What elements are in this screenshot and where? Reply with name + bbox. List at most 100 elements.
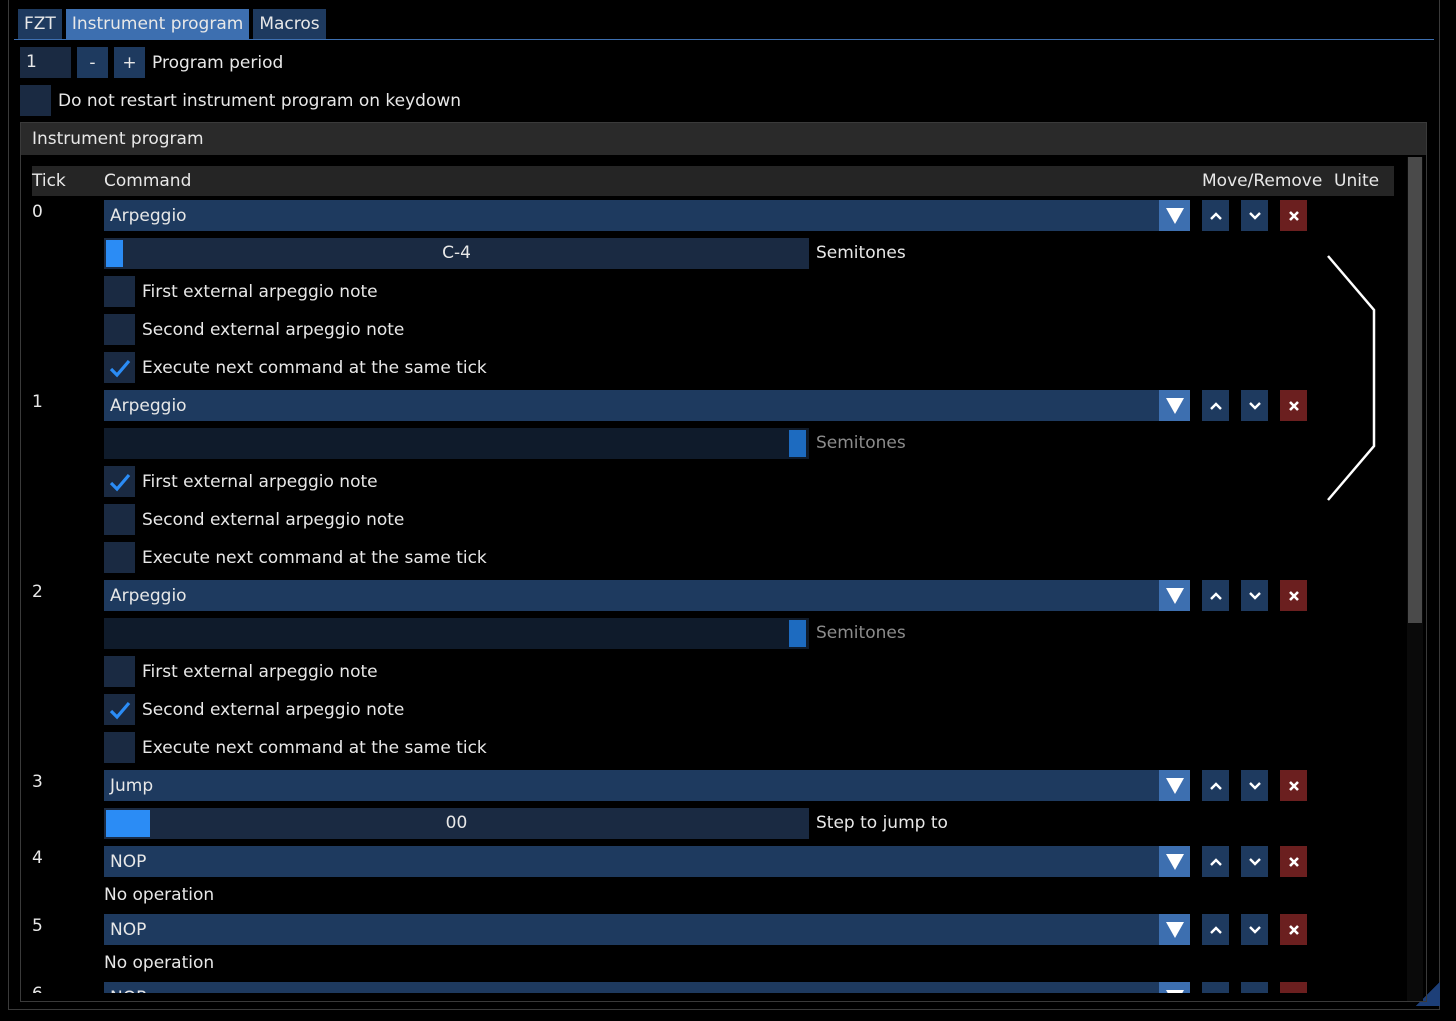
chevron-up-icon: [1209, 781, 1222, 790]
command-description: No operation: [104, 953, 215, 973]
tab-fzt[interactable]: FZT: [18, 9, 62, 39]
move-down-button[interactable]: [1241, 982, 1268, 993]
tick-number: 6: [32, 984, 43, 993]
slider-value: 00: [445, 813, 468, 833]
period-decrement-button[interactable]: -: [77, 47, 108, 78]
option-row: First external arpeggio note: [104, 466, 378, 497]
option-checkbox[interactable]: [104, 656, 135, 687]
option-checkbox[interactable]: [104, 694, 135, 725]
option-checkbox[interactable]: [104, 542, 135, 573]
unite-bracket-icon[interactable]: [1326, 254, 1386, 504]
triangle-down-icon: [1165, 587, 1184, 604]
command-select[interactable]: NOP: [104, 982, 1190, 993]
slider-value: [104, 428, 809, 459]
dropdown-arrow[interactable]: [1159, 200, 1190, 231]
no-restart-label: Do not restart instrument program on key…: [58, 90, 462, 111]
option-checkbox[interactable]: [104, 504, 135, 535]
dropdown-arrow[interactable]: [1159, 580, 1190, 611]
option-checkbox[interactable]: [104, 466, 135, 497]
command-select[interactable]: NOP: [104, 914, 1190, 945]
triangle-down-icon: [1165, 989, 1184, 993]
chevron-up-icon: [1209, 211, 1222, 220]
close-icon: [1288, 210, 1299, 221]
command-value: Jump: [110, 775, 154, 796]
move-up-button[interactable]: [1202, 846, 1229, 877]
move-up-button[interactable]: [1202, 200, 1229, 231]
triangle-down-icon: [1165, 397, 1184, 414]
option-label: Second external arpeggio note: [142, 319, 405, 340]
tick-number: 4: [32, 848, 43, 868]
dropdown-arrow[interactable]: [1159, 770, 1190, 801]
tick-number: 1: [32, 392, 43, 412]
dropdown-arrow[interactable]: [1159, 914, 1190, 945]
remove-button[interactable]: [1280, 390, 1307, 421]
command-select[interactable]: Arpeggio: [104, 390, 1190, 421]
program-period-label: Program period: [152, 52, 284, 73]
option-row: Execute next command at the same tick: [104, 352, 487, 383]
option-checkbox[interactable]: [104, 352, 135, 383]
slider-label: Step to jump to: [816, 813, 948, 833]
no-restart-checkbox[interactable]: [20, 85, 51, 116]
option-checkbox[interactable]: [104, 276, 135, 307]
move-up-button[interactable]: [1202, 770, 1229, 801]
value-slider[interactable]: [104, 428, 809, 459]
tick-number: 3: [32, 772, 43, 792]
slider-label: Semitones: [816, 433, 906, 453]
chevron-down-icon: [1248, 401, 1261, 410]
remove-button[interactable]: [1280, 914, 1307, 945]
checkmark-icon: [109, 701, 130, 719]
tab-instrument-program[interactable]: Instrument program: [65, 9, 250, 39]
option-row: First external arpeggio note: [104, 276, 378, 307]
move-down-button[interactable]: [1241, 200, 1268, 231]
command-select[interactable]: NOP: [104, 846, 1190, 877]
value-slider[interactable]: [104, 618, 809, 649]
no-restart-row: Do not restart instrument program on key…: [20, 85, 461, 116]
scrollbar-thumb[interactable]: [1408, 157, 1422, 623]
chevron-up-icon: [1209, 591, 1222, 600]
move-down-button[interactable]: [1241, 580, 1268, 611]
move-up-button[interactable]: [1202, 390, 1229, 421]
command-value: NOP: [110, 919, 147, 940]
value-slider[interactable]: 00: [104, 808, 809, 839]
option-checkbox[interactable]: [104, 314, 135, 345]
dropdown-arrow[interactable]: [1159, 982, 1190, 993]
move-up-button[interactable]: [1202, 914, 1229, 945]
close-icon: [1288, 780, 1299, 791]
option-row: Execute next command at the same tick: [104, 542, 487, 573]
slider-label: Semitones: [816, 243, 906, 263]
option-label: First external arpeggio note: [142, 471, 378, 492]
move-down-button[interactable]: [1241, 846, 1268, 877]
move-up-button[interactable]: [1202, 982, 1229, 993]
checkmark-icon: [109, 359, 130, 377]
program-period-input[interactable]: 1: [20, 47, 71, 78]
period-increment-button[interactable]: +: [114, 47, 145, 78]
tab-macros[interactable]: Macros: [253, 9, 326, 39]
remove-button[interactable]: [1280, 200, 1307, 231]
command-value: NOP: [110, 851, 147, 872]
command-select[interactable]: Jump: [104, 770, 1190, 801]
program-period-row: 1 - + Program period: [20, 47, 283, 78]
command-select[interactable]: Arpeggio: [104, 580, 1190, 611]
move-down-button[interactable]: [1241, 770, 1268, 801]
remove-button[interactable]: [1280, 846, 1307, 877]
chevron-down-icon: [1248, 857, 1261, 866]
option-checkbox[interactable]: [104, 732, 135, 763]
command-description: No operation: [104, 885, 215, 905]
move-down-button[interactable]: [1241, 390, 1268, 421]
dropdown-arrow[interactable]: [1159, 846, 1190, 877]
slider-label: Semitones: [816, 623, 906, 643]
option-row: Second external arpeggio note: [104, 694, 404, 725]
tick-number: 0: [32, 202, 43, 222]
remove-button[interactable]: [1280, 982, 1307, 993]
remove-button[interactable]: [1280, 770, 1307, 801]
triangle-down-icon: [1165, 207, 1184, 224]
value-slider[interactable]: C-4: [104, 238, 809, 269]
move-up-button[interactable]: [1202, 580, 1229, 611]
chevron-up-icon: [1209, 857, 1222, 866]
remove-button[interactable]: [1280, 580, 1307, 611]
dropdown-arrow[interactable]: [1159, 390, 1190, 421]
command-select[interactable]: Arpeggio: [104, 200, 1190, 231]
close-icon: [1288, 924, 1299, 935]
move-down-button[interactable]: [1241, 914, 1268, 945]
command-value: Arpeggio: [110, 205, 187, 226]
